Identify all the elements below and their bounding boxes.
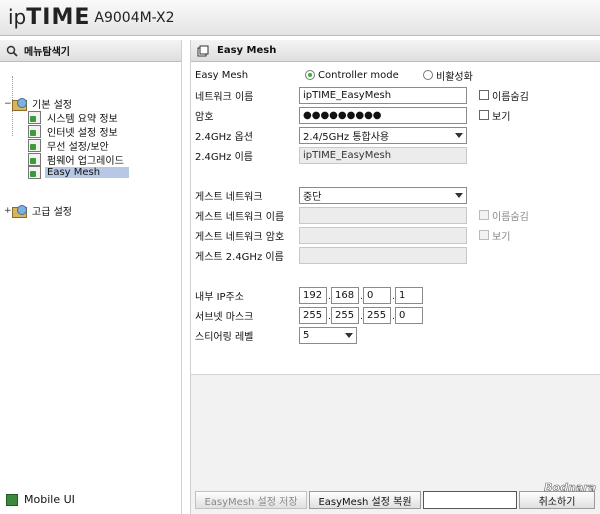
tree-label: 펌웨어 업그레이드 xyxy=(47,156,124,167)
model-name: A9004M-X2 xyxy=(94,10,175,26)
guest-24-name-input xyxy=(299,246,467,264)
brand-ip: ip xyxy=(8,5,27,29)
easymesh-form: Easy Mesh Controller mode 비활성화 네트워크 이름 i… xyxy=(191,64,600,414)
mobile-icon xyxy=(6,493,18,506)
brand-logo: ipTIME A9004M-X2 xyxy=(8,5,175,30)
menu-explorer: 메뉴탐색기 − 기본 설정 시스템 요약 정보 인터넷 설정 정보 무선 설정/… xyxy=(0,40,182,514)
folder-icon xyxy=(12,97,27,111)
hide-name-label: 이름숨김 xyxy=(492,91,529,103)
steering-level-value: 5 xyxy=(303,329,310,341)
watermark: Bodnara xyxy=(544,481,597,495)
password-label: 암호 xyxy=(195,111,214,123)
band-option-select[interactable]: 2.4/5GHz 통합사용 xyxy=(299,126,467,144)
tree-label: 무선 설정/보안 xyxy=(47,142,109,153)
expand-icon[interactable]: + xyxy=(4,206,12,216)
guest-network-select[interactable]: 중단 xyxy=(299,186,467,204)
guest-hide-name-checkbox: 이름숨김 xyxy=(479,208,529,223)
guest-password-label: 게스트 네트워크 암호 xyxy=(195,231,285,243)
tree-label-basic-settings: 기본 설정 xyxy=(32,100,72,111)
checkbox-icon xyxy=(479,210,489,220)
window-icon xyxy=(197,45,209,56)
chevron-down-icon xyxy=(345,332,353,338)
page-icon xyxy=(28,125,41,138)
page-icon xyxy=(28,166,41,179)
collapse-icon[interactable]: − xyxy=(4,99,12,109)
page-icon xyxy=(28,139,41,152)
checkbox-icon xyxy=(479,90,489,100)
radio-disable[interactable]: 비활성화 xyxy=(423,68,473,83)
chevron-down-icon xyxy=(455,192,463,198)
save-button[interactable]: EasyMesh 설정 저장 xyxy=(195,491,307,509)
restore-button[interactable]: EasyMesh 설정 복원 xyxy=(309,491,421,509)
menu-explorer-title: 메뉴탐색기 xyxy=(24,47,70,58)
ip-octet-1[interactable]: 192 xyxy=(299,286,327,304)
page-title: Easy Mesh xyxy=(217,45,277,56)
band-name-label: 2.4GHz 이름 xyxy=(195,151,253,163)
guest-network-label: 게스트 네트워크 xyxy=(195,191,263,203)
show-password-checkbox[interactable]: 보기 xyxy=(479,108,510,123)
network-name-input[interactable]: ipTIME_EasyMesh xyxy=(299,86,467,104)
page-icon xyxy=(28,153,41,166)
tree-label: 인터넷 설정 정보 xyxy=(47,128,118,139)
ip-octet-3[interactable]: 0 xyxy=(363,286,391,304)
hide-name-checkbox[interactable]: 이름숨김 xyxy=(479,88,529,103)
tree-label-advanced-settings: 고급 설정 xyxy=(32,207,72,218)
network-name-label: 네트워크 이름 xyxy=(195,91,254,103)
mobile-ui-link[interactable]: Mobile UI xyxy=(6,493,75,506)
steering-level-select[interactable]: 5 xyxy=(299,326,357,344)
tree-node-advanced-settings[interactable]: + 고급 설정 xyxy=(4,203,74,218)
tree-item-wireless-security[interactable]: 무선 설정/보안 xyxy=(28,138,111,153)
brand-time: TIME xyxy=(26,5,91,30)
chevron-down-icon xyxy=(455,132,463,138)
tree-item-system-summary[interactable]: 시스템 요약 정보 xyxy=(28,110,120,125)
band-name-input: ipTIME_EasyMesh xyxy=(299,146,467,164)
guest-name-input xyxy=(299,206,467,224)
file-field[interactable] xyxy=(423,491,517,509)
steering-level-label: 스티어링 레벨 xyxy=(195,331,254,343)
guest-show-password-checkbox: 보기 xyxy=(479,228,510,243)
radio-controller-mode[interactable]: Controller mode xyxy=(305,70,399,81)
radio-unselected-icon xyxy=(423,70,433,80)
password-input[interactable]: ●●●●●●●●● xyxy=(299,106,467,124)
ip-octet-2[interactable]: 168 xyxy=(331,286,359,304)
button-bar: EasyMesh 설정 저장 EasyMesh 설정 복원 취소하기 xyxy=(191,488,600,510)
tree-item-internet-settings[interactable]: 인터넷 설정 정보 xyxy=(28,124,120,139)
guest-password-input xyxy=(299,226,467,244)
tree-item-firmware-upgrade[interactable]: 펌웨어 업그레이드 xyxy=(28,152,126,167)
guest-show-password-label: 보기 xyxy=(492,231,511,243)
guest-name-label: 게스트 네트워크 이름 xyxy=(195,211,285,223)
page-icon xyxy=(28,111,41,124)
ip-octet-4[interactable]: 1 xyxy=(395,286,423,304)
checkbox-icon xyxy=(479,230,489,240)
mobile-ui-label: Mobile UI xyxy=(24,493,75,506)
magnifier-icon xyxy=(6,45,18,57)
guest-hide-name-label: 이름숨김 xyxy=(492,211,529,223)
app-header: ipTIME A9004M-X2 xyxy=(0,0,600,36)
tree-label: 시스템 요약 정보 xyxy=(47,114,118,125)
radio-selected-icon xyxy=(305,70,315,80)
tree-label-selected: Easy Mesh xyxy=(45,167,129,178)
internal-ip-label: 내부 IP주소 xyxy=(195,291,244,303)
band-option-value: 2.4/5GHz 통합사용 xyxy=(303,131,390,143)
folder-icon xyxy=(12,204,27,218)
checkbox-icon xyxy=(479,110,489,120)
subnet-octet-2[interactable]: 255 xyxy=(331,306,359,324)
easymesh-label: Easy Mesh xyxy=(195,69,249,81)
subnet-octet-1[interactable]: 255 xyxy=(299,306,327,324)
main-panel: Easy Mesh Easy Mesh Controller mode 비활성화… xyxy=(190,40,600,514)
tree-node-basic-settings[interactable]: − 기본 설정 xyxy=(4,96,74,111)
main-header: Easy Mesh xyxy=(191,40,600,62)
radio-controller-label: Controller mode xyxy=(318,69,399,81)
subnet-octet-4[interactable]: 0 xyxy=(395,306,423,324)
band-option-label: 2.4GHz 옵션 xyxy=(195,131,253,143)
tree-item-easy-mesh[interactable]: Easy Mesh xyxy=(28,166,129,179)
menu-explorer-header: 메뉴탐색기 xyxy=(0,40,181,62)
guest-24-name-label: 게스트 2.4GHz 이름 xyxy=(195,251,284,263)
subnet-octet-3[interactable]: 255 xyxy=(363,306,391,324)
radio-disable-label: 비활성화 xyxy=(436,71,473,83)
show-password-label: 보기 xyxy=(492,111,511,123)
guest-network-value: 중단 xyxy=(303,191,322,203)
subnet-mask-label: 서브넷 마스크 xyxy=(195,311,254,323)
